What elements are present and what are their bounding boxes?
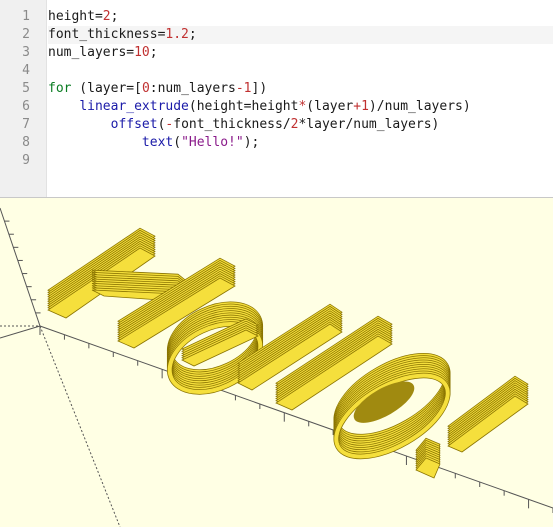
code-token: ; (188, 27, 197, 42)
code-line[interactable]: for (layer=[0:num_layers-1]) (48, 80, 553, 98)
code-line[interactable]: offset(-font_thickness/2*layer/num_layer… (48, 116, 553, 134)
code-token: "Hello!" (181, 135, 244, 150)
line-number: 3 (22, 45, 30, 60)
code-token: text (141, 135, 174, 150)
code-line[interactable]: text("Hello!"); (48, 134, 553, 152)
code-token: *layer/num_layers) (298, 117, 440, 132)
code-token: font_thickness= (48, 27, 166, 42)
code-token: 1.2 (165, 27, 189, 42)
code-token: ]) (251, 81, 268, 96)
code-token: +1 (353, 99, 369, 114)
code-line[interactable]: font_thickness=1.2; (48, 26, 553, 44)
y-axis (0, 325, 41, 339)
line-number: 9 (22, 153, 30, 168)
negative-axis (39, 325, 121, 527)
line-number: 4 (22, 63, 30, 78)
code-token: (layer=[ (71, 81, 142, 96)
line-number: 8 (22, 135, 30, 150)
code-token: ( (173, 135, 182, 150)
code-token: (height=height (188, 99, 299, 114)
line-number: 2 (22, 27, 30, 42)
code-token: font_thickness/ (173, 117, 291, 132)
code-token: height= (48, 9, 103, 24)
line-number: 7 (22, 117, 30, 132)
code-line[interactable]: linear_extrude(height=height*(layer+1)/n… (48, 98, 553, 116)
code-token: ; (149, 45, 158, 60)
code-token: linear_extrude (79, 99, 189, 114)
code-line[interactable]: num_layers=10; (48, 44, 553, 62)
code-line[interactable] (48, 152, 553, 170)
z-axis (0, 207, 41, 327)
code-token: 10 (134, 45, 150, 60)
line-number: 6 (22, 99, 30, 114)
hello-text-model (47, 227, 529, 479)
rendered-model-scene (0, 207, 553, 527)
code-token: 2 (102, 9, 111, 24)
line-number: 5 (22, 81, 30, 96)
line-number: 1 (22, 9, 30, 24)
code-line[interactable]: height=2; (48, 8, 553, 26)
code-token: -1 (235, 81, 252, 96)
exclamation-stem (447, 375, 529, 453)
3d-viewport[interactable] (0, 198, 553, 527)
line-number-gutter: 1 2 3 4 5 6 7 8 9 (0, 0, 47, 197)
exclamation-dot (415, 437, 441, 479)
code-token: )/num_layers) (368, 99, 471, 114)
code-token: for (48, 81, 72, 96)
code-editor[interactable]: 123456789 height=2; font_thickness=1.2; nu… (0, 0, 553, 198)
code-token: (layer (306, 99, 354, 114)
code-token: :num_layers (149, 81, 236, 96)
code-token: ); (243, 135, 260, 150)
code-line[interactable] (48, 62, 553, 80)
code-token: num_layers= (48, 45, 135, 60)
code-token: offset (110, 117, 158, 132)
code-token: ; (110, 9, 119, 24)
code-token: 0 (141, 81, 150, 96)
